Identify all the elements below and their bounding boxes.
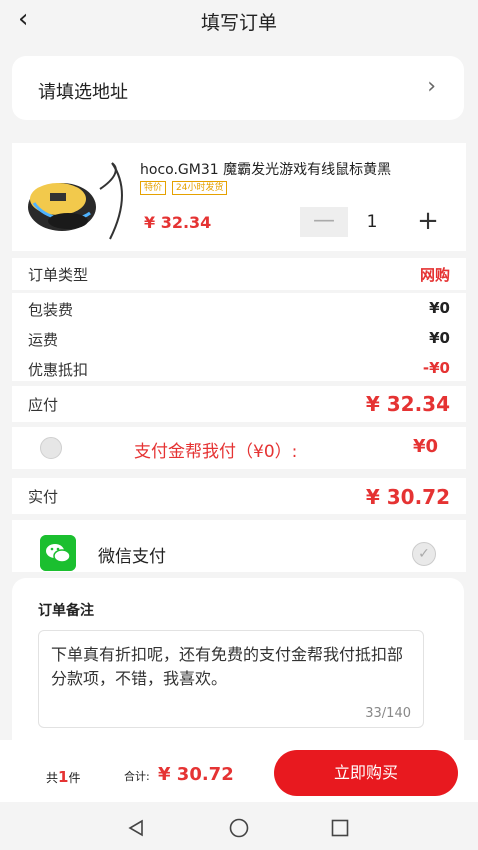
plus-button[interactable]: +	[406, 207, 450, 237]
item-count-number: 1	[58, 768, 69, 786]
order-notes: 订单备注 下单真有折扣呢，还有免费的支付金帮我付抵扣部分款项，不错，我喜欢。 3…	[12, 578, 464, 742]
nav-back-icon[interactable]	[126, 818, 146, 838]
item-count: 共1件	[46, 768, 80, 786]
total-label: 合计:	[124, 770, 150, 783]
packing-value: ¥0	[429, 299, 450, 317]
wechat-icon	[40, 535, 76, 571]
check-icon[interactable]: ✓	[412, 542, 436, 566]
item-count-suffix: 件	[68, 771, 81, 785]
nav-home-icon[interactable]	[228, 818, 250, 838]
address-label: 请填选地址	[38, 82, 128, 103]
quantity-value: 1	[366, 212, 378, 232]
product-tags: 特价 24小时发货	[140, 181, 228, 195]
tag-24h: 24小时发货	[172, 181, 228, 195]
order-type-value: 网购	[419, 266, 450, 284]
order-type-label: 订单类型	[28, 266, 89, 284]
notes-text: 下单真有折扣呢，还有免费的支付金帮我付抵扣部分款项，不错，我喜欢。	[51, 645, 404, 688]
header: ‹ 填写订单	[0, 0, 478, 40]
total-value: ¥ 30.72	[158, 764, 234, 785]
buy-now-button[interactable]: 立即购买	[274, 750, 458, 796]
help-pay-radio[interactable]	[40, 437, 62, 459]
notes-title: 订单备注	[38, 603, 94, 619]
page-title: 填写订单	[200, 12, 277, 34]
payable-label: 应付	[28, 396, 59, 414]
checkout-bar: 共1件 合计: ¥ 30.72 立即购买	[0, 740, 478, 802]
tag-special: 特价	[140, 181, 167, 195]
order-type-row: 订单类型 网购	[12, 258, 466, 290]
notes-textarea[interactable]: 下单真有折扣呢，还有免费的支付金帮我付抵扣部分款项，不错，我喜欢。 33/140	[38, 630, 424, 728]
actual-value: ¥ 30.72	[365, 485, 450, 509]
help-pay-label: 支付金帮我付（¥0）:	[134, 442, 298, 462]
wechat-pay-label: 微信支付	[98, 547, 166, 567]
actual-row: 实付 ¥ 30.72	[12, 478, 466, 514]
product-card: hoco.GM31 魔霸发光游戏有线鼠标黄黑 特价 24小时发货 ¥ 32.34…	[12, 143, 466, 251]
nav-recents-icon[interactable]	[330, 818, 350, 838]
product-name: hoco.GM31 魔霸发光游戏有线鼠标黄黑	[140, 162, 392, 178]
chevron-right-icon: ›	[427, 74, 436, 99]
product-image	[28, 162, 123, 240]
discount-value: -¥0	[422, 359, 450, 377]
payable-value: ¥ 32.34	[365, 392, 450, 416]
packing-label: 包装费	[28, 301, 74, 319]
minus-button[interactable]: —	[300, 207, 348, 237]
quantity-stepper: — 1 +	[300, 207, 450, 237]
shipping-label: 运费	[28, 331, 59, 349]
discount-label: 优惠抵扣	[28, 361, 89, 379]
wechat-pay-option[interactable]: 微信支付 ✓	[12, 520, 466, 572]
actual-label: 实付	[28, 488, 59, 506]
system-nav-bar	[0, 802, 478, 850]
payable-row: 应付 ¥ 32.34	[12, 386, 466, 422]
fees-section: 包装费 ¥0 运费 ¥0 优惠抵扣 -¥0	[12, 293, 466, 381]
product-price: ¥ 32.34	[144, 213, 212, 232]
shipping-value: ¥0	[429, 329, 450, 347]
help-pay-value: ¥0	[412, 436, 438, 457]
notes-char-count: 33/140	[365, 706, 411, 721]
item-count-prefix: 共	[46, 771, 59, 785]
address-selector[interactable]: 请填选地址 ›	[12, 56, 464, 120]
help-pay-row: 支付金帮我付（¥0）: ¥0	[12, 427, 466, 469]
